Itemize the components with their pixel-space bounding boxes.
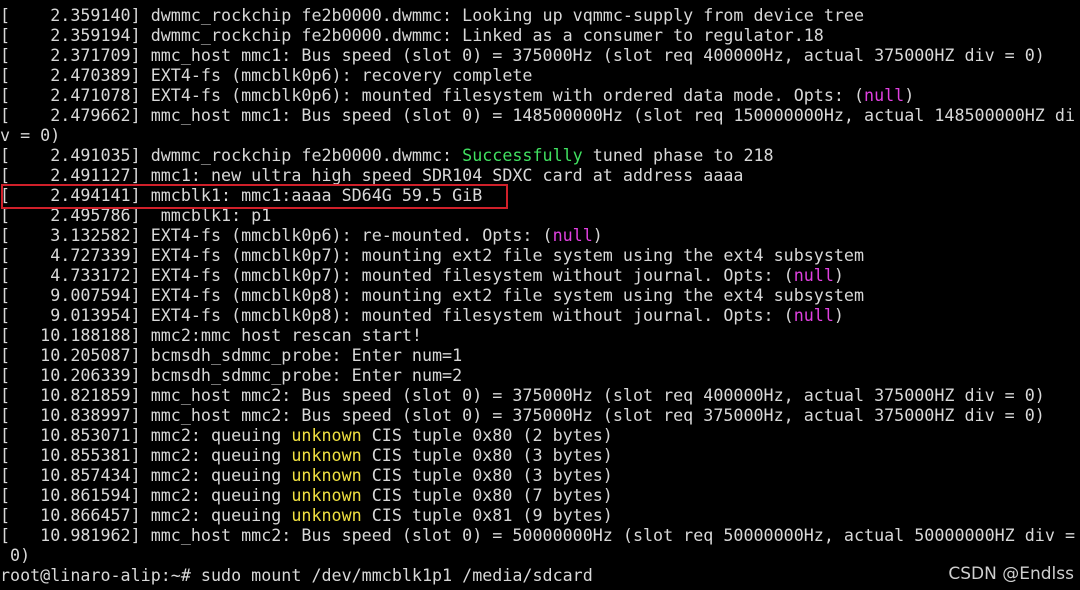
log-text: [ 9.007594] EXT4-fs (mmcblk0p8): mountin… bbox=[0, 285, 865, 305]
log-text: [ 10.205087] bcmsdh_sdmmc_probe: Enter n… bbox=[0, 345, 463, 365]
log-keyword-green: Successfully bbox=[462, 145, 583, 165]
log-line: [ 2.495786] mmcblk1: p1 bbox=[0, 205, 1080, 225]
log-line: [ 9.013954] EXT4-fs (mmcblk0p8): mounted… bbox=[0, 305, 1080, 325]
log-line: [ 10.206339] bcmsdh_sdmmc_probe: Enter n… bbox=[0, 365, 1080, 385]
log-line: [ 10.861594] mmc2: queuing unknown CIS t… bbox=[0, 485, 1080, 505]
log-keyword-yellow: unknown bbox=[291, 485, 362, 505]
log-line: [ 2.479662] mmc_host mmc1: Bus speed (sl… bbox=[0, 105, 1080, 125]
log-line: [ 10.857434] mmc2: queuing unknown CIS t… bbox=[0, 465, 1080, 485]
log-line: [ 4.733172] EXT4-fs (mmcblk0p7): mounted… bbox=[0, 265, 1080, 285]
log-line: [ 2.491035] dwmmc_rockchip fe2b0000.dwmm… bbox=[0, 145, 1080, 165]
log-line: [ 2.371709] mmc_host mmc1: Bus speed (sl… bbox=[0, 45, 1080, 65]
log-line: [ 2.470389] EXT4-fs (mmcblk0p6): recover… bbox=[0, 65, 1080, 85]
log-text: [ 2.494141] mmcblk1: mmc1:aaaa SD64G 59.… bbox=[0, 185, 483, 205]
log-text: CIS tuple 0x80 (7 bytes) bbox=[361, 485, 613, 505]
log-line: [ 2.471078] EXT4-fs (mmcblk0p6): mounted… bbox=[0, 85, 1080, 105]
log-text: [ 2.495786] mmcblk1: p1 bbox=[0, 205, 272, 225]
log-text: 0) bbox=[0, 545, 31, 565]
log-text: v = 0) bbox=[0, 125, 61, 145]
highlighted-log-line: [ 2.494141] mmcblk1: mmc1:aaaa SD64G 59.… bbox=[0, 185, 1080, 205]
log-text: ) bbox=[833, 305, 844, 325]
terminal-output: [ 2.359140] dwmmc_rockchip fe2b0000.dwmm… bbox=[0, 5, 1080, 585]
command-prompt-line[interactable]: root@linaro-alip:~# sudo mount /dev/mmcb… bbox=[0, 565, 1080, 585]
log-text: [ 10.861594] mmc2: queuing bbox=[0, 485, 292, 505]
log-keyword-magenta: null bbox=[552, 225, 593, 245]
log-line: [ 10.866457] mmc2: queuing unknown CIS t… bbox=[0, 505, 1080, 525]
log-line: [ 10.855381] mmc2: queuing unknown CIS t… bbox=[0, 445, 1080, 465]
log-text: CIS tuple 0x80 (3 bytes) bbox=[361, 465, 613, 485]
log-keyword-yellow: unknown bbox=[291, 465, 362, 485]
log-text: [ 2.359140] dwmmc_rockchip fe2b0000.dwmm… bbox=[0, 5, 865, 25]
log-text: ) bbox=[592, 225, 603, 245]
log-text: [ 9.013954] EXT4-fs (mmcblk0p8): mounted… bbox=[0, 305, 794, 325]
log-line: [ 2.359194] dwmmc_rockchip fe2b0000.dwmm… bbox=[0, 25, 1080, 45]
log-text: [ 2.359194] dwmmc_rockchip fe2b0000.dwmm… bbox=[0, 25, 824, 45]
log-text: [ 10.821859] mmc_host mmc2: Bus speed (s… bbox=[0, 385, 1045, 405]
log-line: v = 0) bbox=[0, 125, 1080, 145]
log-line: [ 2.491127] mmc1: new ultra high speed S… bbox=[0, 165, 1080, 185]
log-text: CIS tuple 0x81 (9 bytes) bbox=[361, 505, 613, 525]
log-line: [ 10.205087] bcmsdh_sdmmc_probe: Enter n… bbox=[0, 345, 1080, 365]
log-keyword-magenta: null bbox=[864, 85, 905, 105]
log-text: [ 10.838997] mmc_host mmc2: Bus speed (s… bbox=[0, 405, 1045, 425]
log-text: [ 2.471078] EXT4-fs (mmcblk0p6): mounted… bbox=[0, 85, 865, 105]
log-text: [ 2.479662] mmc_host mmc1: Bus speed (sl… bbox=[0, 105, 1075, 125]
log-text: [ 2.491035] dwmmc_rockchip fe2b0000.dwmm… bbox=[0, 145, 463, 165]
log-line: [ 10.838997] mmc_host mmc2: Bus speed (s… bbox=[0, 405, 1080, 425]
log-line: [ 10.821859] mmc_host mmc2: Bus speed (s… bbox=[0, 385, 1080, 405]
log-line: [ 10.188188] mmc2:mmc host rescan start! bbox=[0, 325, 1080, 345]
log-text: [ 10.853071] mmc2: queuing bbox=[0, 425, 292, 445]
log-keyword-yellow: unknown bbox=[291, 425, 362, 445]
log-text: CIS tuple 0x80 (2 bytes) bbox=[361, 425, 613, 445]
log-line: [ 2.359140] dwmmc_rockchip fe2b0000.dwmm… bbox=[0, 5, 1080, 25]
log-text: [ 10.866457] mmc2: queuing bbox=[0, 505, 292, 525]
terminal-window[interactable]: [ 2.359140] dwmmc_rockchip fe2b0000.dwmm… bbox=[0, 0, 1080, 590]
log-text: ) bbox=[904, 85, 915, 105]
log-text: [ 2.470389] EXT4-fs (mmcblk0p6): recover… bbox=[0, 65, 533, 85]
log-line: 0) bbox=[0, 545, 1080, 565]
log-text: [ 10.188188] mmc2:mmc host rescan start! bbox=[0, 325, 422, 345]
log-line: [ 10.981962] mmc_host mmc2: Bus speed (s… bbox=[0, 525, 1080, 545]
log-line: [ 3.132582] EXT4-fs (mmcblk0p6): re-moun… bbox=[0, 225, 1080, 245]
log-keyword-magenta: null bbox=[793, 265, 834, 285]
log-text: [ 2.491127] mmc1: new ultra high speed S… bbox=[0, 165, 744, 185]
log-text: [ 10.206339] bcmsdh_sdmmc_probe: Enter n… bbox=[0, 365, 463, 385]
log-text: CIS tuple 0x80 (3 bytes) bbox=[361, 445, 613, 465]
log-text: [ 2.371709] mmc_host mmc1: Bus speed (sl… bbox=[0, 45, 1045, 65]
log-keyword-yellow: unknown bbox=[291, 445, 362, 465]
log-text: [ 4.733172] EXT4-fs (mmcblk0p7): mounted… bbox=[0, 265, 794, 285]
log-text: [ 10.857434] mmc2: queuing bbox=[0, 465, 292, 485]
log-text: root@linaro-alip:~# sudo mount /dev/mmcb… bbox=[0, 565, 593, 585]
log-keyword-magenta: null bbox=[793, 305, 834, 325]
log-keyword-yellow: unknown bbox=[291, 505, 362, 525]
log-text: [ 10.855381] mmc2: queuing bbox=[0, 445, 292, 465]
watermark: CSDN @Endlss bbox=[948, 564, 1074, 584]
log-line: [ 10.853071] mmc2: queuing unknown CIS t… bbox=[0, 425, 1080, 445]
log-text: [ 3.132582] EXT4-fs (mmcblk0p6): re-moun… bbox=[0, 225, 553, 245]
log-line: [ 4.727339] EXT4-fs (mmcblk0p7): mountin… bbox=[0, 245, 1080, 265]
log-line: [ 9.007594] EXT4-fs (mmcblk0p8): mountin… bbox=[0, 285, 1080, 305]
log-text: ) bbox=[833, 265, 844, 285]
log-text: [ 10.981962] mmc_host mmc2: Bus speed (s… bbox=[0, 525, 1075, 545]
log-text: [ 4.727339] EXT4-fs (mmcblk0p7): mountin… bbox=[0, 245, 865, 265]
log-text: tuned phase to 218 bbox=[582, 145, 774, 165]
